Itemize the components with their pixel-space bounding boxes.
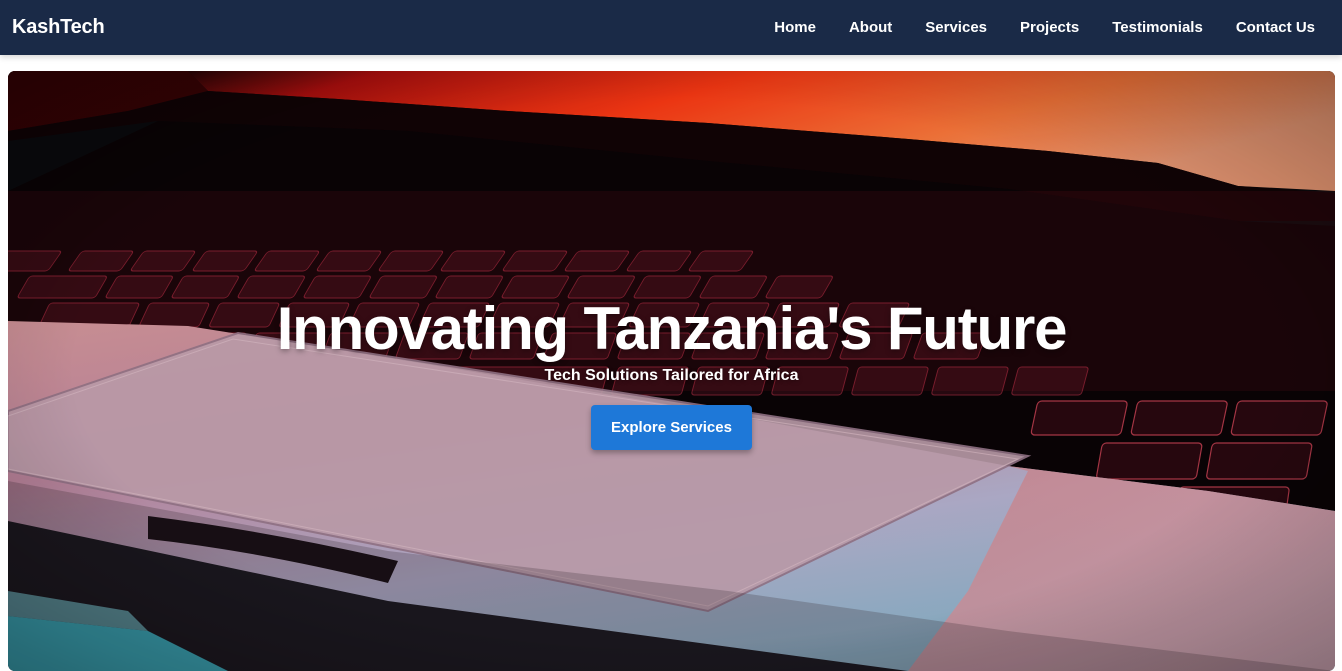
explore-services-button[interactable]: Explore Services xyxy=(591,405,752,450)
nav-item-contact: Contact Us xyxy=(1219,19,1330,36)
brand-logo[interactable]: KashTech xyxy=(12,16,105,39)
top-navbar: KashTech Home About Services Projects Te… xyxy=(0,0,1342,55)
nav-link-testimonials[interactable]: Testimonials xyxy=(1096,19,1220,36)
nav-item-about: About xyxy=(832,19,908,36)
nav-link-services[interactable]: Services xyxy=(909,19,1004,36)
nav-link-projects[interactable]: Projects xyxy=(1004,19,1096,36)
hero-subtitle: Tech Solutions Tailored for Africa xyxy=(544,367,799,384)
hero-section: Innovating Tanzania's Future Tech Soluti… xyxy=(8,71,1335,671)
nav-item-services: Services xyxy=(909,19,1004,36)
nav-link-contact-us[interactable]: Contact Us xyxy=(1219,19,1330,36)
hero-content: Innovating Tanzania's Future Tech Soluti… xyxy=(8,71,1335,671)
nav-item-projects: Projects xyxy=(1004,19,1096,36)
nav-link-about[interactable]: About xyxy=(832,19,908,36)
nav-link-home[interactable]: Home xyxy=(758,19,833,36)
nav-item-home: Home xyxy=(758,19,833,36)
nav-menu: Home About Services Projects Testimonial… xyxy=(758,19,1330,36)
hero-title: Innovating Tanzania's Future xyxy=(276,295,1068,362)
nav-item-testimonials: Testimonials xyxy=(1096,19,1220,36)
